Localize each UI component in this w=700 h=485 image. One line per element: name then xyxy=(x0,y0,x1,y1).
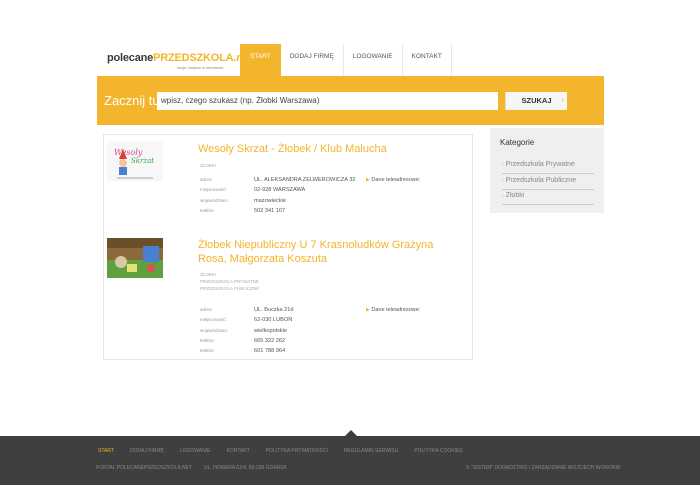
field-label: województwo: xyxy=(200,197,229,203)
results-list: Wesoły Skrzat Wesoły Skrzat - Żłobek / K… xyxy=(103,134,473,360)
field-label: województwo: xyxy=(200,327,229,333)
footer-link-start[interactable]: START xyxy=(90,448,122,454)
field-label: telefon: xyxy=(200,207,215,213)
logo-text: polecanePRZEDSZKOLA.net xyxy=(107,52,252,64)
search-input[interactable]: wpisz, czego szukasz (np. Żłobki Warszaw… xyxy=(157,92,498,110)
footer-portal: PORTAL POLECANEPRZEDSZKOLA.NET xyxy=(96,465,193,471)
triangle-right-icon: › xyxy=(502,193,504,199)
result-category[interactable]: ŻŁOBKI xyxy=(200,162,216,169)
footer-link-contact[interactable]: KONTAKT xyxy=(218,448,257,454)
nav-login[interactable]: LOGOWANIE xyxy=(344,44,403,76)
result-categories: ŻŁOBKI PRZEDSZKOLA PRYWATNE PRZEDSZKOLA … xyxy=(200,271,259,292)
footer-link-login[interactable]: LOGOWANIE xyxy=(172,448,219,454)
field-label: adres: xyxy=(200,177,213,182)
field-label: miejscowość: xyxy=(200,317,227,323)
field-label: adres: xyxy=(200,307,213,312)
search-band: Zacznij tu wpisz, czego szukasz (np. Żło… xyxy=(97,76,604,125)
footer-link-cookies[interactable]: POLITYKA COOKIES xyxy=(406,448,470,454)
result-category[interactable]: PRZEDSZKOLA PUBLICZNE xyxy=(200,285,259,292)
field-value: 665 322 262 xyxy=(254,337,286,344)
main-nav: START DODAJ FIRMĘ LOGOWANIE KONTAKT xyxy=(240,44,452,76)
search-button[interactable]: SZUKAJ › xyxy=(505,92,567,110)
field-label: miejscowość: xyxy=(200,187,227,193)
footer-copyright: © "SISTEM" DORADZTWO I ZARZĄDZANIE WOJCI… xyxy=(466,465,621,471)
sidebar-item-label: Przedszkola Publiczne xyxy=(505,177,577,184)
footer xyxy=(0,436,700,485)
field-label: telefon: xyxy=(200,337,215,343)
sidebar-item-private-preschools[interactable]: › Przedszkola Prywatne xyxy=(502,158,594,174)
field-value: UL. Buczka 21d xyxy=(254,307,294,313)
field-value: mazowieckie xyxy=(254,197,287,204)
search-label: Zacznij tu xyxy=(104,93,160,108)
triangle-right-icon: › xyxy=(502,162,504,168)
logo-tagline: twoje miejsce w internecie xyxy=(177,65,224,70)
field-value: 02-928 WARSZAWA xyxy=(254,187,306,194)
nav-start[interactable]: START xyxy=(240,44,281,76)
nav-add-company[interactable]: DODAJ FIRMĘ xyxy=(281,44,344,76)
teleadres-link[interactable]: ▶ Dane teleadresowe: xyxy=(366,177,420,183)
teleadres-link[interactable]: ▶ Dane teleadresowe: xyxy=(366,307,420,313)
nav-contact[interactable]: KONTAKT xyxy=(403,44,452,76)
result-thumbnail[interactable] xyxy=(107,238,163,278)
result-title[interactable]: Żłobek Niepubliczny U 7 Krasnoludków Gra… xyxy=(198,238,438,266)
footer-address: UL. HOMERA 61/4, 80-299 GDAŃSK xyxy=(204,465,287,471)
footer-link-privacy[interactable]: POLITYKA PRYWATNOŚCI xyxy=(258,448,336,454)
field-value: wielkopolskie xyxy=(254,327,287,334)
triangle-right-icon: › xyxy=(502,178,504,184)
field-value: 62-030 LUBOŃ xyxy=(254,317,293,324)
site-logo[interactable]: polecanePRZEDSZKOLA.net twoje miejsce w … xyxy=(107,52,252,72)
result-category[interactable]: PRZEDSZKOLA PRYWATNE xyxy=(200,278,259,285)
teleadres-label: Dane teleadresowe: xyxy=(371,307,421,313)
result-thumbnail[interactable]: Wesoły Skrzat xyxy=(107,141,163,181)
chevron-right-icon: › xyxy=(561,97,564,104)
search-button-label: SZUKAJ xyxy=(521,96,552,105)
field-value: UL. ALEKSANDRA ZELWEROWICZA 32 xyxy=(254,177,356,183)
footer-link-terms[interactable]: REGULAMIN SERWISU xyxy=(336,448,406,454)
svg-text:Wesoły: Wesoły xyxy=(114,148,143,157)
logo-part-1: polecane xyxy=(107,52,154,64)
field-value: 502 341 107 xyxy=(254,207,286,214)
result-title[interactable]: Wesoły Skrzat - Żłobek / Klub Malucha xyxy=(198,142,438,156)
triangle-right-icon: ▶ xyxy=(366,307,370,313)
page: polecanePRZEDSZKOLA.net twoje miejsce w … xyxy=(0,0,700,485)
sidebar-item-nurseries[interactable]: › Żłobki xyxy=(502,189,594,205)
svg-text:Skrzat: Skrzat xyxy=(131,157,154,165)
teleadres-label: Dane teleadresowe: xyxy=(371,177,421,183)
footer-link-add-company[interactable]: DODAJ FIRMĘ xyxy=(122,448,172,454)
result-category[interactable]: ŻŁOBKI xyxy=(200,271,259,278)
sidebar-item-label: Przedszkola Prywatne xyxy=(505,161,575,168)
sidebar-item-public-preschools[interactable]: › Przedszkola Publiczne xyxy=(502,174,594,190)
sidebar-item-label: Żłobki xyxy=(505,192,525,199)
logo-part-2: PRZEDSZKOLA xyxy=(153,52,234,64)
result-categories: ŻŁOBKI xyxy=(200,162,216,169)
categories-sidebar: Kategorie › Przedszkola Prywatne › Przedsz… xyxy=(490,128,604,213)
footer-nav: START DODAJ FIRMĘ LOGOWANIE KONTAKT POLI… xyxy=(90,448,471,454)
field-value: 601 788 964 xyxy=(254,348,286,355)
sidebar-title: Kategorie xyxy=(500,138,535,147)
field-label: telefon: xyxy=(200,348,215,354)
triangle-right-icon: ▶ xyxy=(366,177,370,183)
